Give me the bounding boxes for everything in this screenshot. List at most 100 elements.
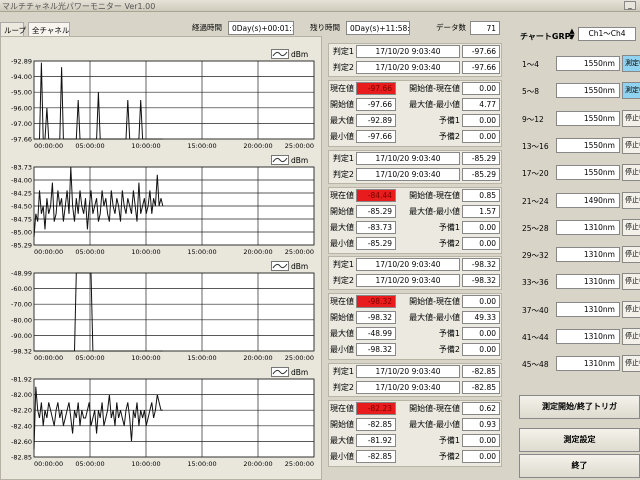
channel-range-label: 41〜44	[522, 333, 549, 342]
diff_start-value: 0.62	[462, 402, 500, 415]
judge2-label: 判定2	[332, 63, 354, 72]
measurement-group-1: 判定1 17/10/20 9:03:40 -97.66 判定2 17/10/20 9:0…	[328, 43, 502, 147]
chart-group-spinner[interactable]: ▲ ▼	[568, 28, 576, 41]
channel-state-button[interactable]: 停止中	[622, 328, 640, 345]
x-tick-label: 05:00:00	[75, 460, 104, 468]
settings-button[interactable]: 測定設定	[519, 428, 640, 452]
pred1-label: 予備1	[438, 329, 460, 338]
x-tick-label: 25:00:00	[285, 248, 314, 256]
diff_maxmin-label: 最大値-最小値	[409, 313, 460, 322]
max-label: 最大値	[330, 436, 354, 445]
y-tick-label: -98.32	[11, 348, 32, 356]
judge2-label: 判定2	[332, 276, 354, 285]
x-tick-label: 10:00:00	[131, 460, 160, 468]
y-tick-label: -82.85	[11, 454, 32, 462]
min-value: -82.85	[356, 450, 396, 463]
channel-state-button[interactable]: 停止中	[622, 136, 640, 154]
channel-row: 13〜16 1550nm停止中	[512, 136, 640, 157]
pred2-value: 0.00	[462, 130, 500, 143]
x-tick-label: 15:00:00	[187, 460, 216, 468]
diff_maxmin-label: 最大値-最小値	[409, 100, 460, 109]
wavelength-field[interactable]: 1490nm	[556, 192, 620, 208]
min-label: 最小値	[330, 345, 354, 354]
x-tick-label: 25:00:00	[285, 460, 314, 468]
y-tick-label: -82.60	[11, 438, 32, 446]
channel-state-button[interactable]: 測定中	[622, 55, 640, 72]
max-value: -48.99	[356, 327, 396, 340]
start-label: 開始値	[330, 100, 354, 109]
x-tick-label: 05:00:00	[75, 248, 104, 256]
y-tick-label: -82.20	[11, 407, 32, 415]
chart-group-select[interactable]: Ch1〜Ch4	[578, 27, 636, 41]
exit-button[interactable]: 終了	[519, 454, 640, 478]
x-tick-label: 15:00:00	[187, 248, 216, 256]
current-value: -82.23	[356, 402, 396, 415]
x-tick-label: 10:00:00	[131, 354, 160, 362]
channel-state-button[interactable]: 停止中	[622, 300, 640, 318]
wavelength-field[interactable]: 1310nm	[556, 274, 620, 290]
max-value: -83.73	[356, 221, 396, 234]
channel-state-button[interactable]: 停止中	[622, 109, 640, 127]
wavelength-field[interactable]: 1550nm	[556, 137, 620, 153]
start-label: 開始値	[330, 313, 354, 322]
channel-state-button[interactable]: 測定中	[622, 82, 640, 100]
wavelength-field[interactable]: 1550nm	[556, 56, 620, 71]
diff_start-value: 0.85	[462, 189, 500, 202]
diff_maxmin-value: 49.33	[462, 311, 500, 324]
channel-state-button[interactable]: 停止中	[622, 355, 640, 373]
judge2-time: 17/10/20 9:03:40	[356, 168, 460, 181]
judge1-value: -97.66	[462, 45, 500, 58]
current-label: 現在値	[330, 404, 354, 413]
trigger-button[interactable]: 測定開始/終了トリガ	[519, 395, 640, 419]
x-tick-label: 15:00:00	[187, 354, 216, 362]
pred1-label: 予備1	[438, 116, 460, 125]
wavelength-field[interactable]: 1550nm	[556, 83, 620, 99]
channel-range-label: 17〜20	[522, 169, 549, 179]
y-tick-label: -70.00	[11, 301, 32, 309]
y-tick-label: -81.92	[11, 376, 32, 384]
pred2-label: 予備2	[438, 239, 460, 248]
max-value: -92.89	[356, 114, 396, 127]
min-label: 最小値	[330, 239, 354, 248]
channel-range-label: 25〜28	[522, 223, 549, 233]
wavelength-field[interactable]: 1310nm	[556, 219, 620, 235]
remaining-value: 0Day(s)+11:58:50	[346, 21, 410, 35]
y-tick-label: -95.00	[11, 89, 32, 97]
channel-state-button[interactable]: 停止中	[622, 218, 640, 236]
wavelength-field[interactable]: 1550nm	[556, 110, 620, 126]
max-label: 最大値	[330, 116, 354, 125]
chart-svg: -48.99 -60.00 -70.00 -80.00 -90.00 -98.3200:0…	[11, 270, 315, 362]
y-tick-label: -96.00	[11, 104, 32, 112]
wavelength-field[interactable]: 1310nm	[556, 247, 620, 263]
channel-state-button[interactable]: 停止中	[622, 191, 640, 209]
y-tick-label: -84.50	[11, 203, 32, 211]
pred1-value: 0.00	[462, 327, 500, 340]
y-tick-label: -48.99	[11, 270, 32, 278]
pred1-value: 0.00	[462, 221, 500, 234]
channel-range-label: 9〜12	[522, 114, 544, 124]
start-value: -85.29	[356, 205, 396, 218]
wavelength-field[interactable]: 1310nm	[556, 356, 620, 372]
channel-range-label: 21〜24	[522, 196, 549, 206]
judge1-value: -82.85	[462, 365, 500, 378]
wavelength-field[interactable]: 1310nm	[556, 301, 620, 317]
judge2-label: 判定2	[332, 383, 354, 392]
x-tick-label: 15:00:00	[187, 142, 216, 150]
wavelength-field[interactable]: 1550nm	[556, 165, 620, 181]
channel-state-button[interactable]: 停止中	[622, 246, 640, 264]
measurement-group-2: 判定1 17/10/20 9:03:40 -85.29 判定2 17/10/20 9:0…	[328, 150, 502, 254]
current-value: -97.66	[356, 82, 396, 95]
judge1-time: 17/10/20 9:03:40	[356, 258, 460, 271]
min-value: -97.66	[356, 130, 396, 143]
x-tick-label: 00:00:00	[34, 142, 63, 150]
minimize-button[interactable]: _	[624, 1, 636, 10]
wavelength-field[interactable]: 1310nm	[556, 329, 620, 344]
tab-all-channels[interactable]: 全チャネル	[28, 22, 70, 36]
current-label: 現在値	[330, 84, 354, 93]
judge2-value: -82.85	[462, 381, 500, 394]
channel-state-button[interactable]: 停止中	[622, 273, 640, 291]
tab-loop[interactable]: ループ	[0, 22, 26, 36]
x-tick-label: 10:00:00	[131, 142, 160, 150]
channel-range-label: 33〜36	[522, 278, 549, 288]
channel-state-button[interactable]: 停止中	[622, 164, 640, 182]
